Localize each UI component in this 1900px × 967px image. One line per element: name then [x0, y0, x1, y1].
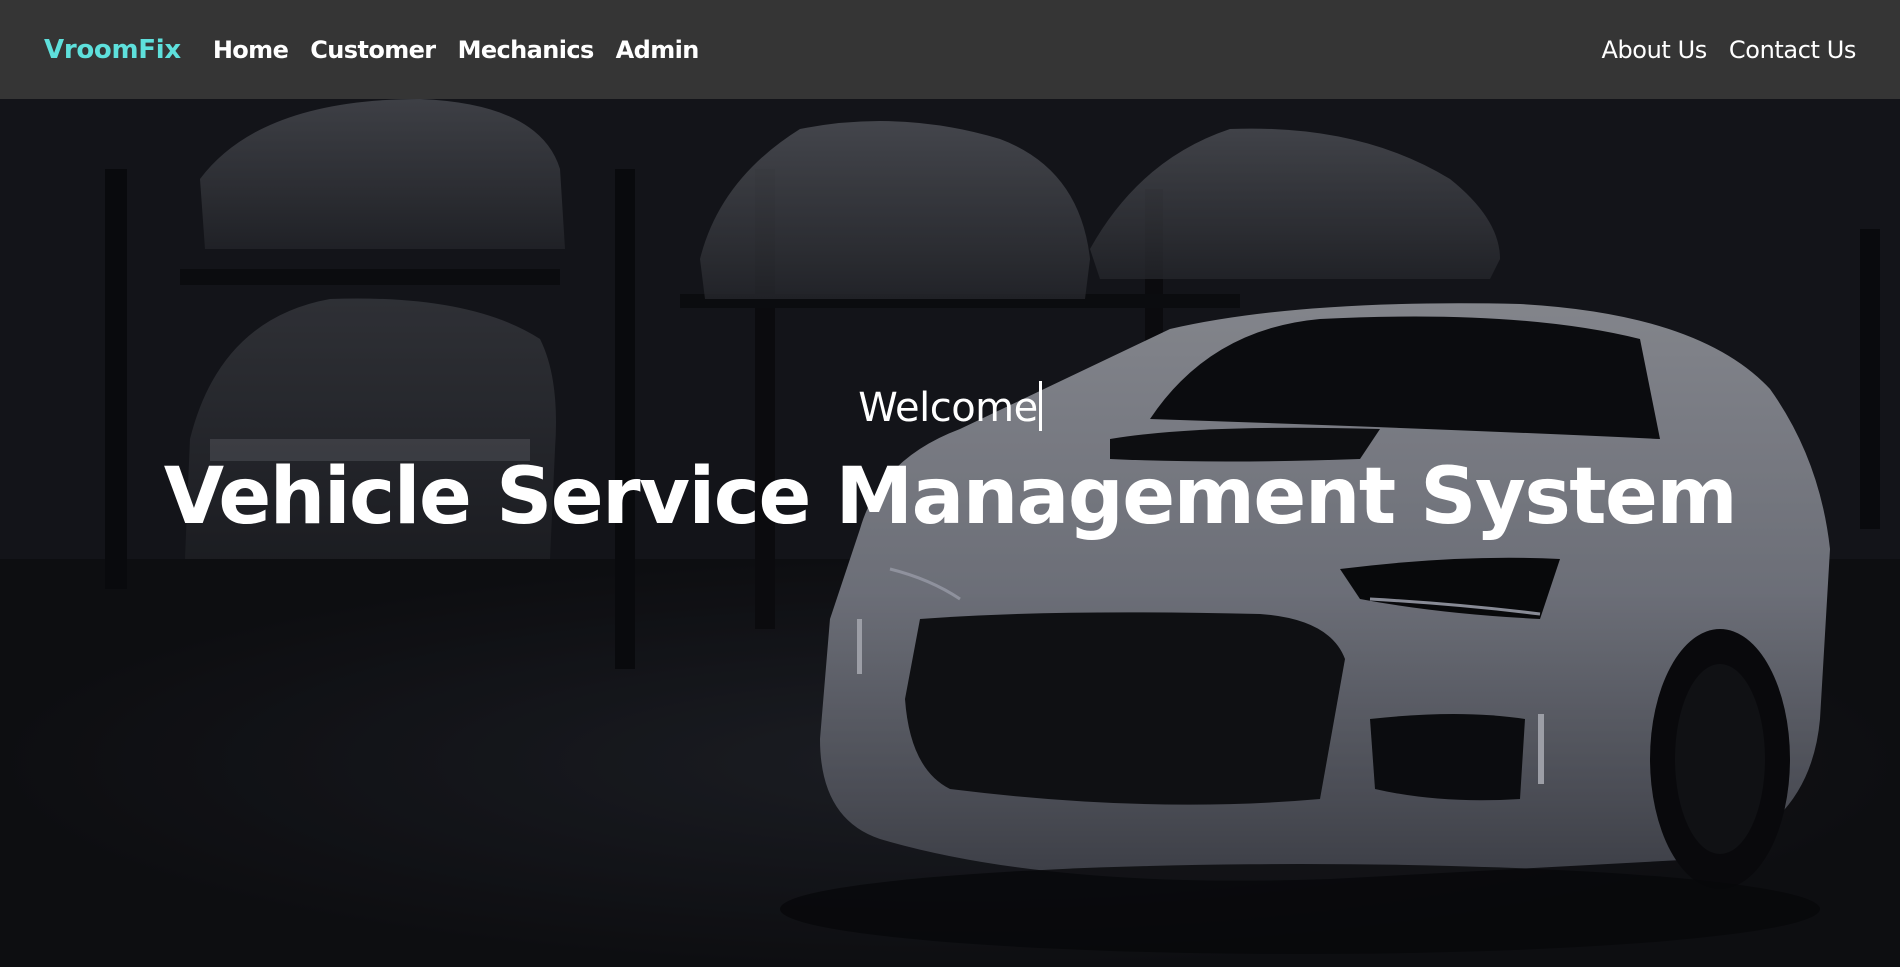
- secondary-nav: About Us Contact Us: [1579, 36, 1856, 64]
- nav-admin-link[interactable]: Admin: [616, 36, 700, 64]
- nav-home-link[interactable]: Home: [213, 36, 289, 64]
- welcome-text-wrapper: Welcome: [0, 381, 1900, 431]
- nav-customer-link[interactable]: Customer: [310, 36, 436, 64]
- nav-mechanics-link[interactable]: Mechanics: [458, 36, 595, 64]
- hero-content: Welcome Vehicle Service Management Syste…: [0, 99, 1900, 967]
- hero-section: Welcome Vehicle Service Management Syste…: [0, 99, 1900, 967]
- nav-about-us-link[interactable]: About Us: [1601, 36, 1707, 64]
- brand-logo-link[interactable]: VroomFix: [44, 35, 181, 65]
- welcome-text: Welcome: [858, 385, 1038, 431]
- typing-caret: [1038, 381, 1042, 431]
- nav-contact-us-link[interactable]: Contact Us: [1729, 36, 1856, 64]
- primary-nav: Home Customer Mechanics Admin: [213, 36, 721, 64]
- hero-title: Vehicle Service Management System: [163, 452, 1738, 542]
- top-navbar: VroomFix Home Customer Mechanics Admin A…: [0, 0, 1900, 99]
